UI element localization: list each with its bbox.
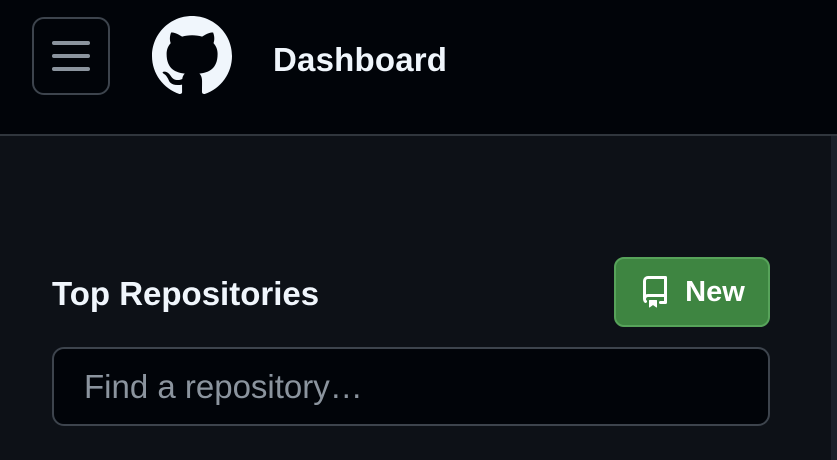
new-button-label: New — [685, 275, 745, 308]
top-repositories-heading: Top Repositories — [52, 275, 320, 312]
repo-icon — [643, 276, 668, 308]
menu-button[interactable] — [32, 17, 110, 95]
github-logo-icon[interactable] — [152, 16, 232, 96]
find-repository-input[interactable] — [52, 347, 770, 426]
hamburger-menu-icon — [52, 41, 90, 71]
page-title: Dashboard — [273, 41, 448, 78]
page-scrollbar[interactable] — [831, 136, 837, 460]
new-repository-button[interactable]: New — [614, 257, 770, 327]
top-header: Dashboard — [0, 0, 837, 136]
